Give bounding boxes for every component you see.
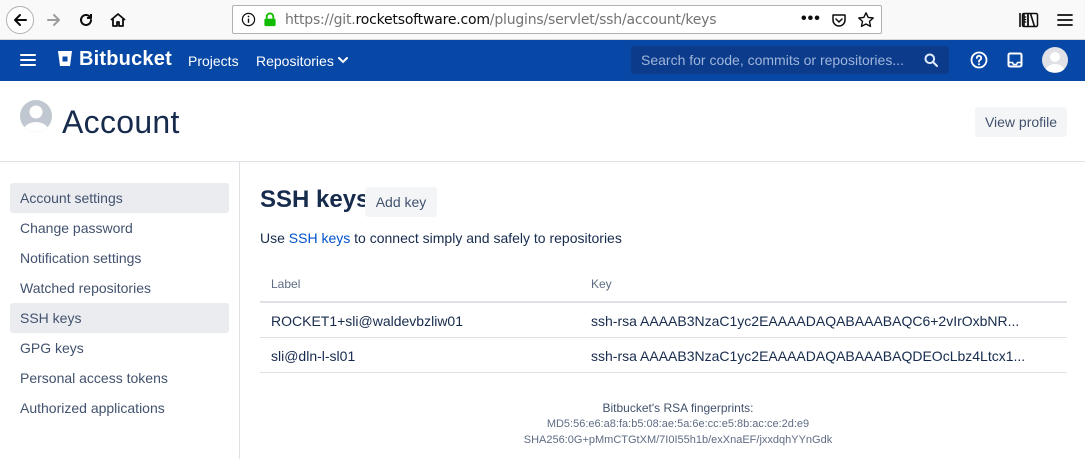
home-button[interactable] xyxy=(104,6,132,34)
intro-before: Use xyxy=(260,230,289,246)
user-icon xyxy=(1045,52,1065,72)
hamburger-menu-icon[interactable] xyxy=(1055,10,1075,30)
browser-toolbar: https://git.rocketsoftware.com/plugins/s… xyxy=(0,0,1085,40)
url-host: rocketsoftware.com xyxy=(355,12,490,28)
sidebar-item-change-password[interactable]: Change password xyxy=(10,213,229,243)
sidebar-item-personal-access-tokens[interactable]: Personal access tokens xyxy=(10,363,229,393)
key-value-cell: ssh-rsa AAAAB3NzaC1yc2EAAAADAQABAAABAQC6… xyxy=(591,313,1020,329)
help-icon[interactable] xyxy=(970,51,988,69)
lock-icon[interactable] xyxy=(263,12,277,27)
arrow-left-icon xyxy=(14,14,27,26)
sidebar-item-notification-settings[interactable]: Notification settings xyxy=(10,243,229,273)
search-placeholder: Search for code, commits or repositories… xyxy=(641,52,904,68)
page-title: Account xyxy=(62,104,180,140)
info-icon[interactable] xyxy=(241,12,256,27)
search-input[interactable]: Search for code, commits or repositories… xyxy=(631,46,949,74)
rsa-fingerprints: Bitbucket's RSA fingerprints: MD5:56:e6:… xyxy=(478,400,878,448)
user-icon xyxy=(23,105,49,132)
fingerprint-md5: MD5:56:e6:a8:fa:b5:08:ae:5a:6e:cc:e5:8b:… xyxy=(546,418,810,430)
brand-name[interactable]: Bitbucket xyxy=(79,48,172,71)
page-actions-menu[interactable]: ••• xyxy=(801,10,821,28)
section-title: SSH keys xyxy=(260,186,370,213)
url-bar[interactable]: https://git.rocketsoftware.com/plugins/s… xyxy=(232,5,882,34)
reload-icon xyxy=(80,13,92,26)
sidebar-item-watched-repositories[interactable]: Watched repositories xyxy=(10,273,229,303)
notifications-icon[interactable] xyxy=(1006,51,1024,69)
sidebar-divider xyxy=(239,162,240,459)
back-button[interactable] xyxy=(6,6,34,34)
bitbucket-logo-icon[interactable] xyxy=(57,49,73,69)
column-header-label: Label xyxy=(271,277,301,291)
nav-repositories[interactable]: Repositories xyxy=(256,53,334,69)
table-row[interactable]: ROCKET1+sli@waldevbzliw01 ssh-rsa AAAAB3… xyxy=(260,303,1067,338)
pocket-icon[interactable] xyxy=(831,12,847,28)
account-avatar xyxy=(20,100,52,132)
star-icon[interactable] xyxy=(857,11,875,29)
add-key-button[interactable]: Add key xyxy=(365,187,437,217)
key-value-cell: ssh-rsa AAAAB3NzaC1yc2EAAAADAQABAAABAQDE… xyxy=(591,348,1026,364)
sidebar-item-gpg-keys[interactable]: GPG keys xyxy=(10,333,229,363)
forward-button[interactable] xyxy=(40,6,68,34)
column-header-key: Key xyxy=(591,277,612,291)
app-header: Bitbucket Projects Repositories Search f… xyxy=(0,40,1085,81)
url-prefix: https://git. xyxy=(285,12,356,28)
fingerprints-title: Bitbucket's RSA fingerprints: xyxy=(602,401,754,415)
sidebar-item-account-settings[interactable]: Account settings xyxy=(10,183,229,213)
sidebar-item-authorized-applications[interactable]: Authorized applications xyxy=(10,393,229,423)
ssh-keys-link[interactable]: SSH keys xyxy=(289,230,350,246)
url-text[interactable]: https://git.rocketsoftware.com/plugins/s… xyxy=(285,12,717,28)
fingerprint-sha256: SHA256:0G+pMmCTGtXM/7I0I55h1b/exXnaEF/jx… xyxy=(523,434,833,446)
view-profile-button[interactable]: View profile xyxy=(975,107,1067,137)
intro-after: to connect simply and safely to reposito… xyxy=(350,230,622,246)
sidebars-icon[interactable] xyxy=(1020,10,1040,30)
key-label-cell: sli@dln-l-sl01 xyxy=(271,348,356,364)
nav-projects[interactable]: Projects xyxy=(188,53,239,69)
home-icon xyxy=(110,13,126,27)
arrow-right-icon xyxy=(47,14,60,26)
key-label-cell: ROCKET1+sli@waldevbzliw01 xyxy=(271,313,464,329)
menu-icon[interactable] xyxy=(20,53,36,67)
search-icon[interactable] xyxy=(924,53,938,67)
user-avatar[interactable] xyxy=(1042,47,1068,73)
page-divider xyxy=(0,161,1085,162)
sidebar-item-ssh-keys[interactable]: SSH keys xyxy=(10,303,229,333)
chevron-down-icon[interactable] xyxy=(338,56,348,64)
reload-button[interactable] xyxy=(72,6,100,34)
intro-text: Use SSH keys to connect simply and safel… xyxy=(260,230,622,246)
url-path: /plugins/servlet/ssh/account/keys xyxy=(489,12,717,28)
table-row[interactable]: sli@dln-l-sl01 ssh-rsa AAAAB3NzaC1yc2EAA… xyxy=(260,338,1067,373)
